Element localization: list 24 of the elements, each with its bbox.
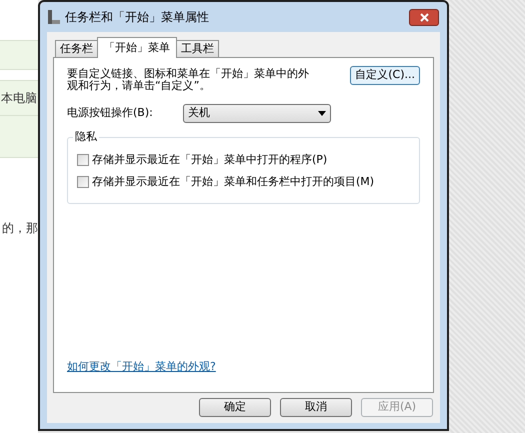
dropdown-arrow-icon bbox=[318, 111, 326, 116]
checkbox[interactable] bbox=[77, 176, 89, 188]
checkbox-label: 存储并显示最近在「开始」菜单和任务栏中打开的项目(M) bbox=[92, 174, 374, 190]
tab[interactable]: 任务栏 bbox=[55, 40, 98, 57]
tab[interactable]: 工具栏 bbox=[176, 40, 219, 57]
window-title: 任务栏和「开始」菜单属性 bbox=[65, 9, 209, 26]
group-title: 隐私 bbox=[73, 130, 99, 144]
customize-button[interactable]: 自定义(C)... bbox=[350, 66, 420, 85]
page-text: 的，那 bbox=[2, 220, 38, 237]
dialog-button[interactable]: 取消 bbox=[280, 398, 352, 417]
page-panel bbox=[0, 40, 38, 70]
checkbox[interactable] bbox=[77, 154, 89, 166]
taskbar-icon bbox=[47, 9, 61, 25]
power-action-dropdown[interactable]: 关机 bbox=[183, 104, 331, 123]
close-icon bbox=[420, 12, 428, 22]
dialog-button[interactable]: 确定 bbox=[199, 398, 271, 417]
checkbox-label: 存储并显示最近在「开始」菜单中打开的程序(P) bbox=[92, 152, 328, 168]
close-button[interactable] bbox=[409, 8, 439, 26]
tab[interactable]: 「开始」菜单 bbox=[97, 37, 177, 58]
dropdown-value: 关机 bbox=[188, 105, 211, 122]
power-button-label: 电源按钮操作(B): bbox=[67, 105, 154, 122]
page-text: 本电脑 bbox=[1, 90, 37, 107]
help-link[interactable]: 如何更改「开始」菜单的外观? bbox=[67, 358, 420, 375]
description-text: 要自定义链接、图标和菜单在「开始」菜单中的外观和行为，请单击“自定义”。 bbox=[67, 68, 310, 92]
